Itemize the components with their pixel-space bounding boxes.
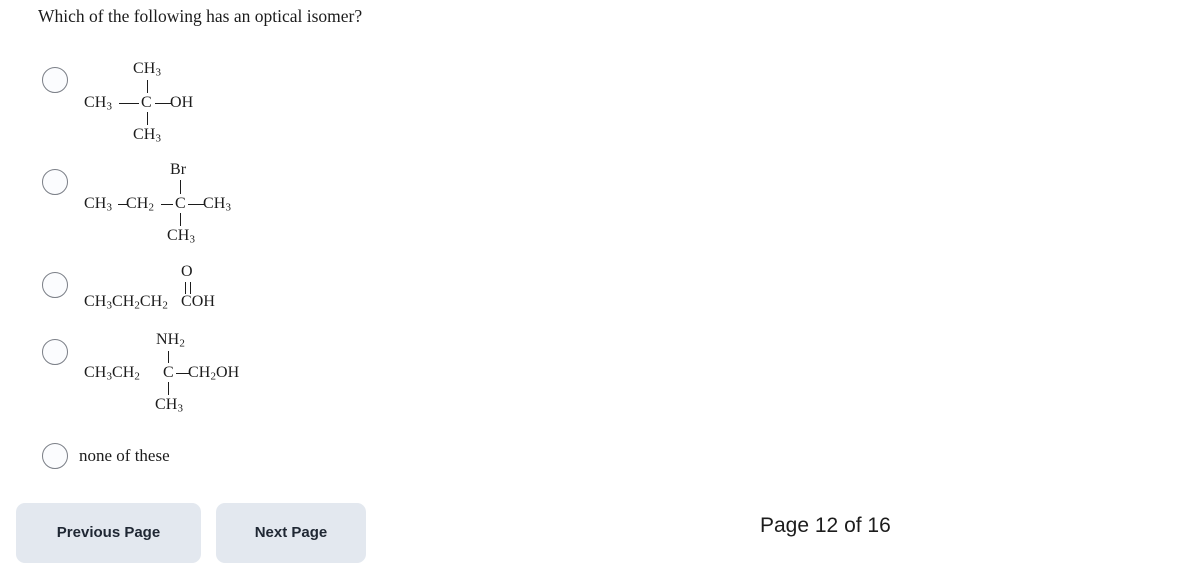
structure-2-center-atom: C [175,195,186,212]
structure-1-center-atom: C [141,94,152,111]
radio-option-5[interactable] [42,443,68,469]
bond-vertical-top-1 [147,80,149,93]
structure-1-bottom-group: CH3 [133,126,161,145]
structure-4-bottom-group: CH3 [155,396,183,415]
radio-option-3[interactable] [42,272,68,298]
radio-option-4[interactable] [42,339,68,365]
bond-vertical-bottom-4 [168,382,170,395]
radio-option-1[interactable] [42,67,68,93]
question-text: Which of the following has an optical is… [38,6,363,26]
structure-4-right-group: CH2OH [188,364,240,383]
bond-vertical-top-2 [180,180,182,194]
bond-vertical-bottom-2 [180,213,182,226]
bond-vertical-bottom-1 [147,112,149,125]
page-indicator: Page 12 of 16 [760,514,891,537]
structure-3-acid-group: COH [181,293,216,310]
bond-horizontal-left-2 [161,204,173,206]
bond-horizontal-right-1 [155,103,171,105]
structure-4-left-group: CH3CH2 [84,364,140,383]
structure-1-top-group: CH3 [133,60,161,79]
previous-page-button[interactable]: Previous Page [16,503,201,563]
structure-2-left-group-2: CH2 [126,195,154,214]
structure-1-right-group: OH [170,94,194,111]
next-page-button[interactable]: Next Page [216,503,366,563]
structure-2-bottom-group: CH3 [167,227,195,246]
structure-4-top-group: NH2 [156,331,185,350]
radio-option-2[interactable] [42,169,68,195]
bond-horizontal-right-2 [188,204,204,206]
structure-2-left-group: CH3 [84,195,112,214]
bond-horizontal-left-1 [119,103,139,105]
structure-2-right-group: CH3 [203,195,231,214]
bond-vertical-top-4 [168,351,170,363]
structure-3-chain: CH3CH2CH2 [84,293,168,312]
structure-1-left-group: CH3 [84,94,112,113]
structure-2-top-group: Br [170,161,187,178]
option-5-label: none of these [79,446,170,465]
structure-3-carbonyl-oxygen: O [181,263,193,280]
structure-4-center-atom: C [163,364,174,381]
